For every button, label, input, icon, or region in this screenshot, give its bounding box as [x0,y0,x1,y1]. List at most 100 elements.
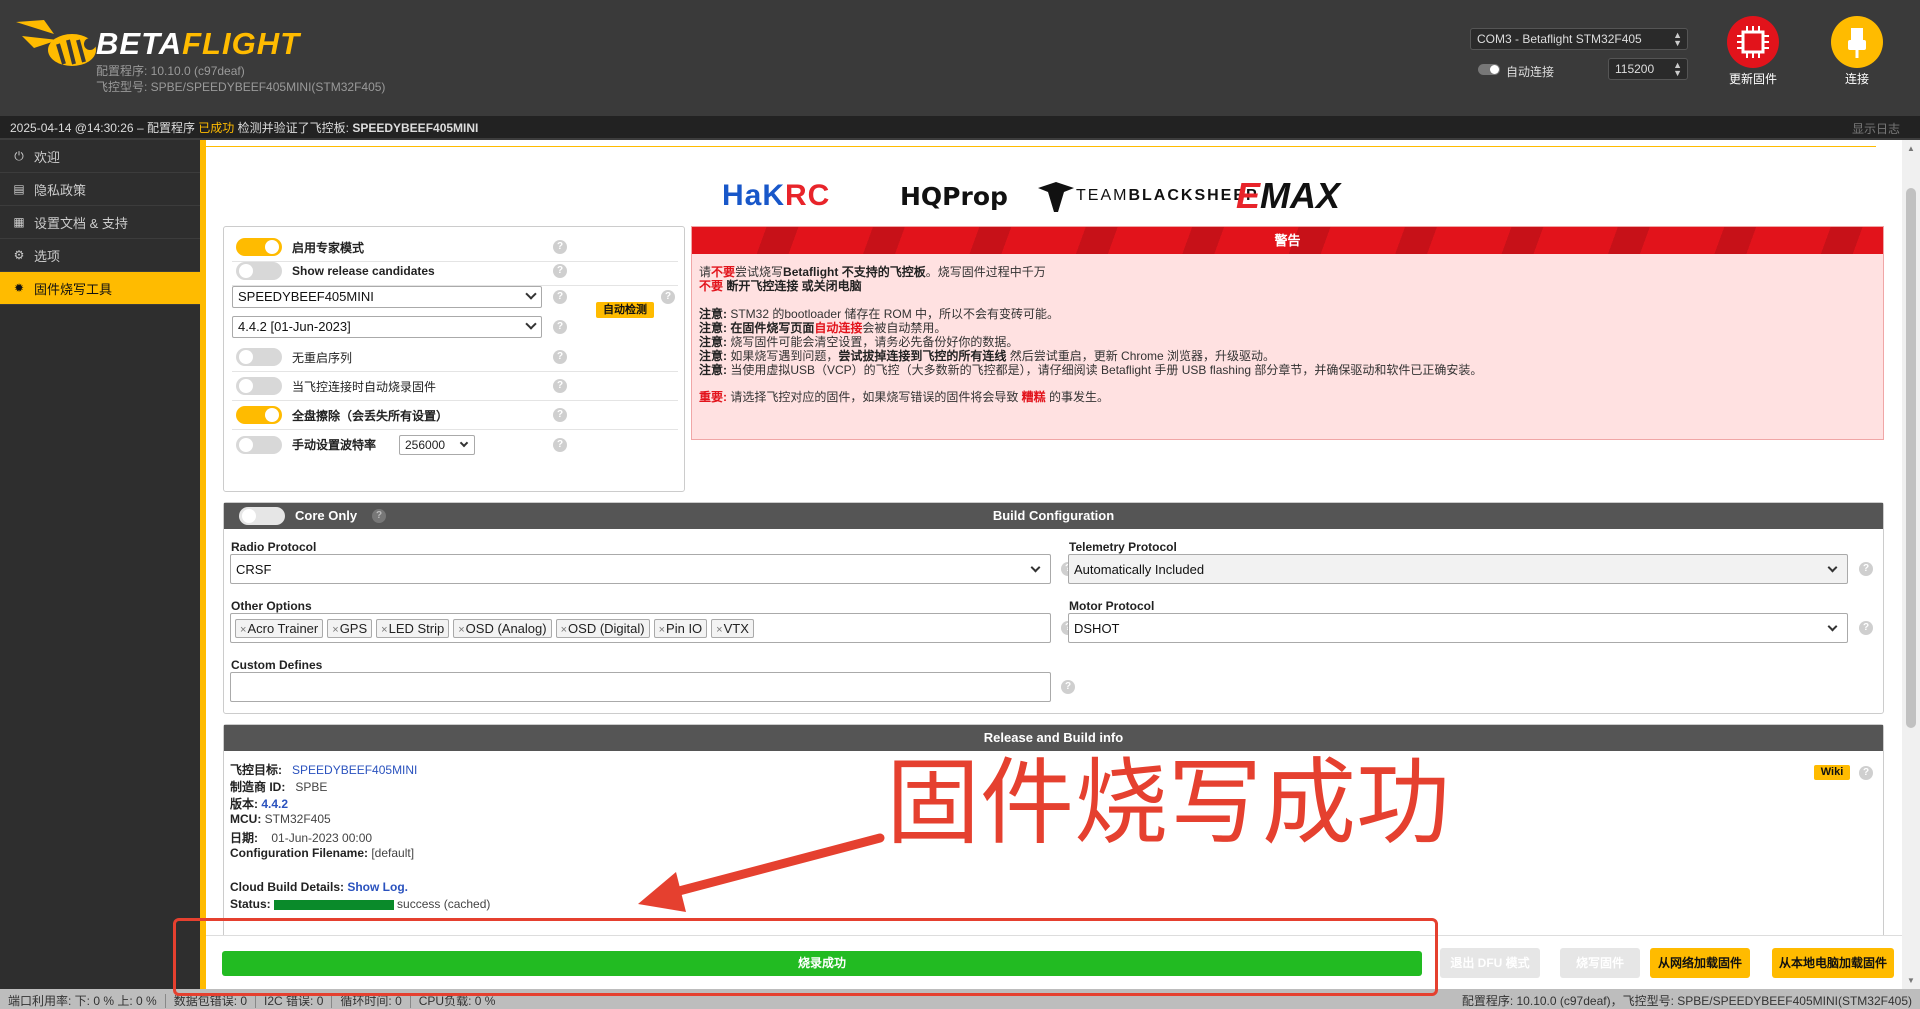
remove-tag-icon[interactable]: × [458,624,464,636]
option-tag[interactable]: ×GPS [327,619,373,638]
telemetry-protocol-select[interactable]: Automatically Included [1068,554,1848,584]
update-firmware-button[interactable] [1727,16,1779,68]
help-icon[interactable]: ? [553,350,567,364]
manual-baud-select[interactable]: 256000 [399,435,475,455]
sidebar-item-options[interactable]: ⚙ 选项 [0,239,200,272]
core-only-label: Core Only [295,508,358,523]
warning-header: 警告 [692,227,1883,254]
remove-tag-icon[interactable]: × [240,624,246,636]
remove-tag-icon[interactable]: × [716,624,722,636]
option-tag[interactable]: ×Pin IO [653,619,708,638]
scroll-up-icon[interactable]: ▲ [1907,144,1915,153]
remove-tag-icon[interactable]: × [659,624,665,636]
option-tag[interactable]: ×VTX [711,619,754,638]
cloud-build-row: Cloud Build Details: Show Log. [230,880,408,894]
show-build-log-link[interactable]: Show Log. [347,880,408,894]
top-header: BETAFLIGHT 配置程序: 10.10.0 (c97deaf) 飞控型号:… [0,0,1920,116]
mcu-row: MCU: STM32F405 [230,812,331,826]
sidebar: ⏻ 欢迎 ▤ 隐私政策 ▦ 设置文档 & 支持 ⚙ 选项 ✹ 固件烧写工具 [0,140,200,989]
sidebar-item-firmware-flasher[interactable]: ✹ 固件烧写工具 [0,272,200,305]
release-candidates-label: Show release candidates [292,264,435,278]
version-link[interactable]: 4.4.2 [261,797,288,811]
flash-on-connect-toggle[interactable] [236,377,282,395]
auto-connect-toggle[interactable] [1478,64,1500,75]
option-tag[interactable]: ×OSD (Digital) [555,619,650,638]
hakrc-logo[interactable]: HaK RC [722,168,830,224]
footer-version: 配置程序: 10.10.0 (c97deaf)，飞控型号: SPBE/SPEED… [1461,994,1912,1008]
remove-tag-icon[interactable]: × [561,624,567,636]
board-model: 飞控型号: SPBE/SPEEDYBEEF405MINI(STM32F405) [96,80,386,94]
help-icon[interactable]: ? [1061,680,1075,694]
release-candidates-toggle[interactable] [236,262,282,280]
remove-tag-icon[interactable]: × [381,624,387,636]
build-configuration-panel: Core Only ? Build Configuration Radio Pr… [223,502,1884,714]
configurator-version: 配置程序: 10.10.0 (c97deaf) [96,64,245,78]
divider [206,146,1876,147]
radio-protocol-select[interactable]: CRSF [230,554,1051,584]
motor-protocol-label: Motor Protocol [1069,599,1155,613]
connect-button[interactable] [1831,16,1883,68]
help-icon[interactable]: ? [1859,621,1873,635]
config-filename-row: Configuration Filename: [default] [230,846,415,860]
help-icon[interactable]: ? [553,320,567,334]
help-icon[interactable]: ? [372,509,386,523]
help-icon[interactable]: ? [553,408,567,422]
auto-detect-button[interactable]: 自动检测 [596,302,654,318]
show-log-link[interactable]: 显示日志 [1852,120,1900,137]
hqprop-logo[interactable]: HQProp [900,168,1008,224]
scrollbar-thumb[interactable] [1906,188,1916,728]
custom-defines-input[interactable] [230,672,1051,702]
app-window: BETAFLIGHT 配置程序: 10.10.0 (c97deaf) 飞控型号:… [0,0,1920,1009]
custom-defines-label: Custom Defines [231,658,323,672]
load-firmware-online-button[interactable]: 从网络加载固件 [1650,948,1750,978]
annotation-arrow-icon [638,833,885,912]
no-reboot-toggle[interactable] [236,348,282,366]
help-icon[interactable]: ? [553,290,567,304]
chevron-down-icon [1827,621,1838,632]
board-select[interactable]: SPEEDYBEEF405MINI [232,286,542,308]
sidebar-item-docs[interactable]: ▦ 设置文档 & 支持 [0,206,200,239]
option-tag[interactable]: ×OSD (Analog) [453,619,552,638]
other-options-multiselect[interactable]: ×Acro Trainer ×GPS ×LED Strip ×OSD (Analog)… [230,613,1051,643]
expert-mode-toggle[interactable] [236,238,282,256]
port-select[interactable]: COM3 - Betaflight STM32F405 ▲ ▼ [1470,28,1688,50]
help-icon[interactable]: ? [1859,766,1873,780]
warning-important: 重要: 请选择飞控对应的固件，如果烧写错误的固件将会导致 糟糕 的事发生。 [699,390,1110,404]
manual-baud-toggle[interactable] [236,435,282,454]
help-icon[interactable]: ? [1859,562,1873,576]
target-row: 飞控目标: SPEEDYBEEF405MINI [230,763,418,777]
version-row: 版本: 4.4.2 [230,797,289,811]
brand-name: BETAFLIGHT [96,26,301,61]
scroll-down-icon[interactable]: ▼ [1907,976,1915,985]
warning-line-2: 不要 断开飞控连接 或关闭电脑 [699,279,862,293]
help-icon[interactable]: ? [553,264,567,278]
help-icon[interactable]: ? [553,438,567,452]
help-icon[interactable]: ? [661,290,675,304]
bee-logo-icon [16,20,96,66]
main-scrollbar[interactable]: ▲ ▼ [1902,140,1920,989]
sidebar-item-privacy[interactable]: ▤ 隐私政策 [0,173,200,206]
plug-icon: ⏻ [14,148,24,163]
option-tag[interactable]: ×Acro Trainer [235,619,324,638]
help-icon[interactable]: ? [553,379,567,393]
baud-select[interactable]: 115200 ▲ ▼ [1608,58,1688,80]
option-tag[interactable]: ×LED Strip [376,619,450,638]
flash-firmware-button[interactable]: 烧写固件 [1560,948,1640,978]
sidebar-item-welcome[interactable]: ⏻ 欢迎 [0,140,200,173]
version-select[interactable]: 4.4.2 [01-Jun-2023] [232,316,542,338]
tbs-logo[interactable]: TEAM BLACKSHEEP [1036,168,1259,224]
usb-plug-icon [1848,28,1866,58]
remove-tag-icon[interactable]: × [332,624,338,636]
chevron-down-icon [459,438,469,448]
core-only-toggle[interactable] [239,507,285,525]
wiki-button[interactable]: Wiki [1814,765,1850,780]
exit-dfu-button[interactable]: 退出 DFU 模式 [1440,948,1540,978]
emax-logo[interactable]: E MAX [1236,168,1340,224]
load-firmware-local-button[interactable]: 从本地电脑加载固件 [1772,948,1894,978]
target-link[interactable]: SPEEDYBEEF405MINI [292,763,417,777]
auto-connect-label: 自动连接 [1506,65,1555,79]
full-erase-toggle[interactable] [236,406,282,424]
motor-protocol-select[interactable]: DSHOT [1068,613,1848,643]
help-icon[interactable]: ? [553,240,567,254]
updown-icon: ▲ ▼ [1673,60,1682,78]
